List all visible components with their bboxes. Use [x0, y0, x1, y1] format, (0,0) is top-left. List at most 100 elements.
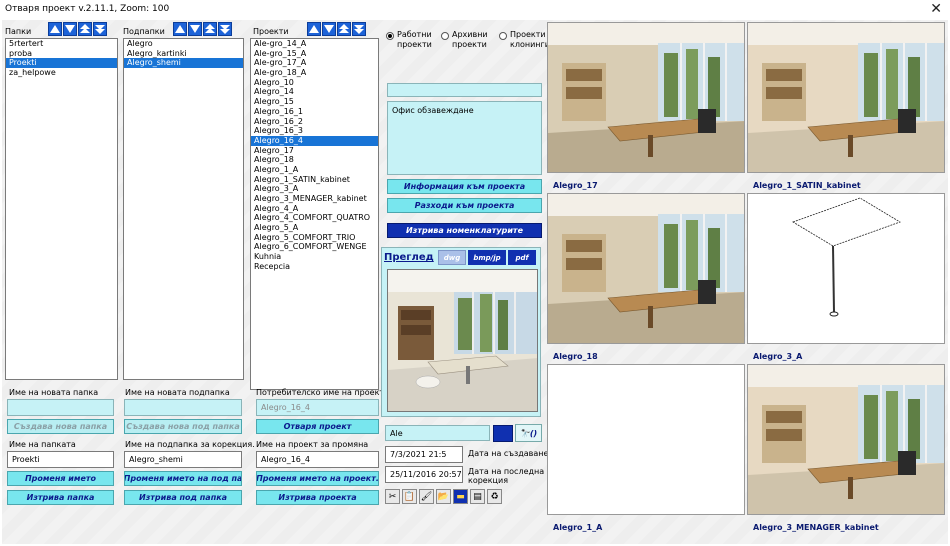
create-folder-button[interactable]: Създава нова папка [7, 419, 114, 434]
list-item[interactable]: 5rtertert [6, 39, 117, 49]
created-date-field[interactable]: 7/3/2021 21:5 [385, 446, 463, 463]
list-item[interactable]: Proekti [6, 58, 117, 69]
list-item[interactable]: Alegro_16_2 [251, 117, 378, 127]
thumbnail-image[interactable] [747, 193, 945, 344]
list-item[interactable]: Alegro_16_4 [251, 135, 378, 146]
thumbnail-item[interactable]: Alegro_18 [547, 193, 746, 364]
list-item[interactable]: Alegro_kartinki [124, 49, 243, 59]
rename-project-button[interactable]: Променя името на проект. [256, 471, 379, 486]
thumbnail-image[interactable] [747, 22, 945, 173]
rename-subfolder-label: Име на подпапка за корекция. [125, 440, 255, 449]
list-item[interactable]: Ale-gro_17_A [251, 58, 378, 68]
list-item[interactable]: Ale-gro_15_A [251, 49, 378, 59]
search-color-box[interactable] [493, 425, 513, 442]
list-item[interactable]: Alegro [124, 39, 243, 49]
projects-listbox[interactable]: Ale-gro_14_A Ale-gro_15_A Ale-gro_17_A Ale-… [250, 38, 379, 390]
project-info-button[interactable]: Информация към проекта [387, 179, 542, 194]
delete-subfolder-button[interactable]: Изтрива под папка [124, 490, 242, 505]
recycle-icon[interactable]: ♻ [487, 489, 502, 504]
rename-folder-button[interactable]: Променя името [7, 471, 114, 486]
radio-button[interactable] [441, 32, 449, 40]
list-item[interactable]: Alegro_1_SATIN_kabinet [251, 175, 378, 185]
find-button[interactable]: 🔭 () [515, 424, 542, 442]
move-down-icon[interactable] [188, 22, 202, 36]
list-item[interactable]: Alegro_6_COMFORT_WENGE [251, 242, 378, 252]
thumbnail-item[interactable]: Alegro_17 [547, 22, 746, 193]
list-item[interactable]: Alegro_10 [251, 78, 378, 88]
paste-icon[interactable]: 📋 [402, 489, 417, 504]
list-item[interactable]: Alegro_3_A [251, 184, 378, 194]
create-subfolder-button[interactable]: Създава нова под папка [124, 419, 242, 434]
modified-date-field[interactable]: 25/11/2016 20:57 [385, 466, 463, 483]
thumbnail-item[interactable]: Alegro_3_A [747, 193, 946, 364]
list-item[interactable]: Ale-gro_14_A [251, 39, 378, 49]
open-folder-icon[interactable]: 📂 [436, 489, 451, 504]
list-item[interactable]: Alegro_1_A [251, 165, 378, 175]
move-bottom-icon[interactable] [352, 22, 366, 36]
thumbnail-image[interactable] [547, 22, 745, 173]
radio-button[interactable] [386, 32, 394, 40]
move-top-icon[interactable] [78, 22, 92, 36]
list-item[interactable]: Alegro_14 [251, 87, 378, 97]
close-icon[interactable]: ✕ [930, 1, 942, 17]
move-down-icon[interactable] [322, 22, 336, 36]
tab-bmp[interactable]: bmp/jp [468, 250, 506, 265]
folder-name-input[interactable]: Proekti [7, 451, 114, 468]
list-item[interactable]: Alegro_5_COMFORT_TRIO [251, 233, 378, 243]
thumbnail-caption: Alegro_3_MENAGER_kabinet [753, 523, 879, 532]
list-item[interactable]: Alegro_16_3 [251, 126, 378, 136]
list-item[interactable]: Kuhnia [251, 252, 378, 262]
project-name-input[interactable]: Alegro_16_4 [256, 451, 379, 468]
thumbnail-item[interactable]: Alegro_1_A [547, 364, 746, 535]
move-up-icon[interactable] [173, 22, 187, 36]
list-item[interactable]: Alegro_4_A [251, 204, 378, 214]
list-item[interactable]: Alegro_5_A [251, 223, 378, 233]
list-item[interactable]: Alegro_4_COMFORT_QUATRO [251, 213, 378, 223]
thumbnail-item[interactable]: Alegro_3_MENAGER_kabinet [747, 364, 946, 535]
new-subfolder-input[interactable] [124, 399, 242, 416]
user-project-input[interactable]: Alegro_16_4 [256, 399, 379, 416]
subfolder-name-input[interactable]: Alegro_shemi [124, 451, 242, 468]
subfolders-label: Подпапки [123, 27, 165, 36]
move-up-icon[interactable] [48, 22, 62, 36]
folder-dark-icon[interactable]: ▬ [453, 489, 468, 504]
move-down-icon[interactable] [63, 22, 77, 36]
delete-project-button[interactable]: Изтрива проекта [256, 490, 379, 505]
new-folder-input[interactable] [7, 399, 114, 416]
move-bottom-icon[interactable] [93, 22, 107, 36]
brush-icon[interactable]: 🖌 [419, 489, 434, 504]
move-up-icon[interactable] [307, 22, 321, 36]
list-item[interactable]: Recepcia [251, 262, 378, 272]
list-item[interactable]: za_helpowe [6, 68, 117, 78]
search-input[interactable]: Ale [385, 425, 490, 441]
thumbnail-item[interactable]: Alegro_1_SATIN_kabinet [747, 22, 946, 193]
list-item[interactable]: Ale-gro_18_A [251, 68, 378, 78]
list-item[interactable]: Alegro_16_1 [251, 107, 378, 117]
rename-subfolder-button[interactable]: Променя името на под па [124, 471, 242, 486]
open-project-button[interactable]: Отваря проект [256, 419, 379, 434]
thumbnail-image[interactable] [547, 364, 745, 515]
delete-nomenclatures-button[interactable]: Изтрива номенклатурите [387, 223, 542, 238]
radio-button[interactable] [499, 32, 507, 40]
document-icon[interactable]: ▤ [470, 489, 485, 504]
thumbnail-image[interactable] [747, 364, 945, 515]
thumbnail-image[interactable] [547, 193, 745, 344]
tab-pdf[interactable]: pdf [508, 250, 536, 265]
scissors-icon[interactable]: ✂ [385, 489, 400, 504]
list-item[interactable]: Alegro_18 [251, 155, 378, 165]
delete-folder-button[interactable]: Изтрива папка [7, 490, 114, 505]
tab-dwg[interactable]: dwg [438, 250, 466, 265]
list-item[interactable]: Alegro_15 [251, 97, 378, 107]
project-subtitle-field[interactable] [387, 83, 542, 97]
list-item[interactable]: Alegro_3_MENAGER_kabinet [251, 194, 378, 204]
project-costs-button[interactable]: Разходи към проекта [387, 198, 542, 213]
folders-listbox[interactable]: 5rtertert proba Proekti za_helpowe [5, 38, 118, 380]
list-item[interactable]: Alegro_17 [251, 146, 378, 156]
list-item[interactable]: Alegro_shemi [124, 58, 243, 69]
subfolders-listbox[interactable]: Alegro Alegro_kartinki Alegro_shemi [123, 38, 244, 380]
move-bottom-icon[interactable] [218, 22, 232, 36]
list-item[interactable]: proba [6, 49, 117, 59]
move-top-icon[interactable] [337, 22, 351, 36]
move-top-icon[interactable] [203, 22, 217, 36]
project-description-field[interactable]: Офис обзавеждане [387, 101, 542, 175]
